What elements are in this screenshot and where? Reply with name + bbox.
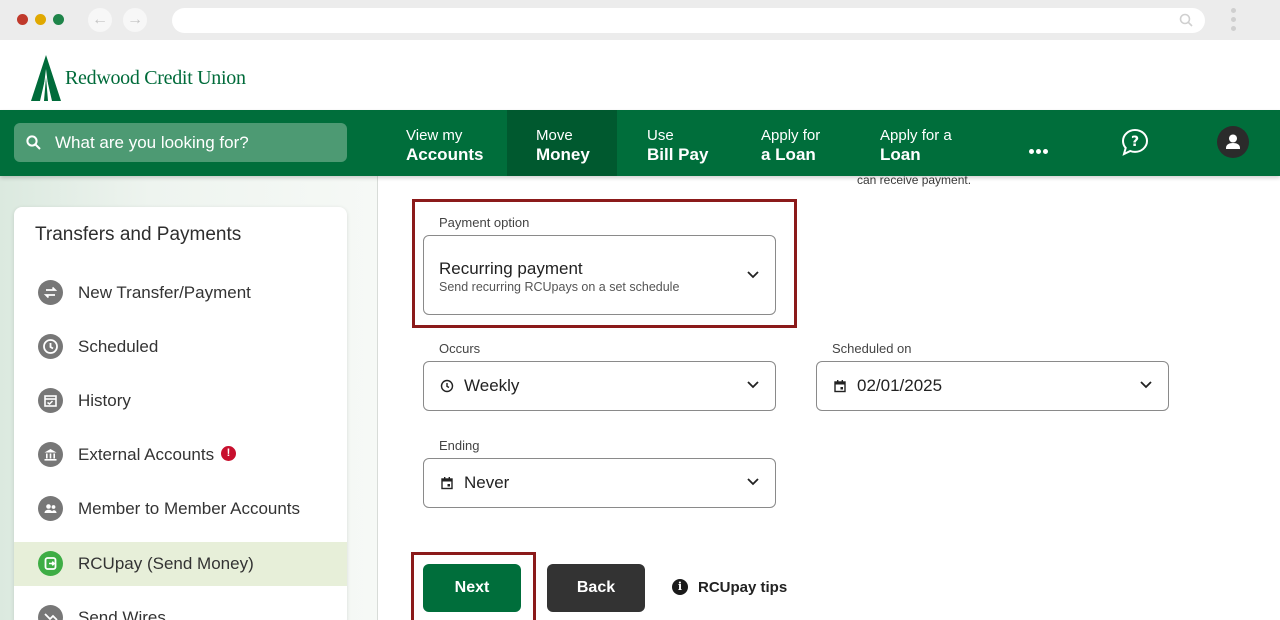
- clock-icon: [38, 334, 63, 359]
- wire-icon: [38, 605, 63, 620]
- sidebar-item-external-accounts[interactable]: External Accounts !: [14, 433, 347, 477]
- nav-line2: Loan: [880, 145, 921, 164]
- nav-line1: Move: [536, 127, 573, 144]
- ending-label: Ending: [439, 438, 480, 453]
- sidebar-item-label: Send Wires: [78, 608, 166, 620]
- occurs-label: Occurs: [439, 341, 481, 356]
- people-icon: [38, 496, 63, 521]
- person-icon: [1226, 134, 1240, 149]
- nav-move-money[interactable]: Move Money: [507, 110, 617, 176]
- chevron-down-icon: [1140, 381, 1152, 389]
- alert-icon: !: [221, 446, 236, 461]
- sidebar-item-label: Member to Member Accounts: [78, 499, 301, 518]
- sidebar-item-label: New Transfer/Payment: [78, 283, 251, 302]
- nav-apply-loan-2[interactable]: Apply for a Loan: [880, 110, 952, 176]
- help-chat-icon[interactable]: ?: [1121, 128, 1149, 156]
- back-button[interactable]: Back: [547, 564, 645, 612]
- scheduled-on-select[interactable]: 02/01/2025: [816, 361, 1169, 411]
- search-icon: [1179, 13, 1193, 27]
- chevron-down-icon: [747, 271, 759, 279]
- more-dots-icon[interactable]: [1029, 141, 1051, 154]
- payment-option-value: Recurring payment: [439, 259, 583, 278]
- payment-option-description: Send recurring RCUpays on a set schedule: [439, 280, 680, 294]
- nav-apply-loan-1[interactable]: Apply for a Loan: [761, 110, 820, 176]
- svg-text:?: ?: [1131, 134, 1139, 150]
- nav-line2: Money: [536, 145, 590, 164]
- sidebar-item-label: Scheduled: [78, 337, 159, 356]
- ending-value: Never: [464, 473, 510, 492]
- scheduled-on-label: Scheduled on: [832, 341, 912, 356]
- sidebar-item-rcupay[interactable]: RCUpay (Send Money): [14, 542, 347, 586]
- nav-line2: a Loan: [761, 145, 816, 164]
- brand-name[interactable]: Redwood Credit Union: [65, 67, 246, 90]
- nav-line2: Accounts: [406, 145, 484, 164]
- chevron-down-icon: [747, 478, 759, 486]
- rcupay-icon: [38, 551, 63, 576]
- sidebar-item-history[interactable]: History: [14, 379, 347, 423]
- nav-view-accounts[interactable]: View my Accounts: [406, 110, 483, 176]
- browser-menu-icon[interactable]: [1231, 8, 1237, 33]
- nav-line2: Bill Pay: [647, 145, 709, 164]
- sidebar-title: Transfers and Payments: [35, 224, 242, 245]
- browser-forward-icon[interactable]: →: [123, 8, 147, 32]
- sidebar-item-scheduled[interactable]: Scheduled: [14, 325, 347, 369]
- payment-option-select[interactable]: Recurring payment Send recurring RCUpays…: [423, 235, 776, 315]
- user-avatar-icon[interactable]: [1217, 126, 1249, 158]
- search-icon: [26, 135, 41, 150]
- window-maximize-dot[interactable]: [53, 14, 64, 25]
- sidebar-item-label: RCUpay (Send Money): [78, 554, 254, 573]
- scheduled-on-value: 02/01/2025: [857, 376, 943, 395]
- nav-bill-pay[interactable]: Use Bill Pay: [647, 110, 708, 176]
- chevron-down-icon: [747, 381, 759, 389]
- transfer-arrows-icon: [38, 280, 63, 305]
- clock-icon: [440, 379, 454, 393]
- sidebar-item-send-wires[interactable]: Send Wires: [14, 596, 347, 620]
- main-navbar: What are you looking for? View my Accoun…: [0, 110, 1280, 176]
- site-header: Redwood Credit Union: [0, 40, 1280, 110]
- ending-select[interactable]: Never: [423, 458, 776, 508]
- nav-line1: Use: [647, 127, 674, 144]
- sidebar-item-label: History: [78, 391, 131, 410]
- payment-option-label: Payment option: [439, 215, 530, 230]
- window-close-dot[interactable]: [17, 14, 28, 25]
- sidebar-item-new-transfer[interactable]: New Transfer/Payment: [14, 271, 347, 315]
- nav-line1: Apply for a: [880, 127, 952, 144]
- calendar-check-icon: [38, 388, 63, 413]
- nav-line1: View my: [406, 127, 463, 144]
- next-button[interactable]: Next: [423, 564, 521, 612]
- info-icon: i: [672, 579, 688, 595]
- occurs-select[interactable]: Weekly: [423, 361, 776, 411]
- browser-back-icon[interactable]: ←: [88, 8, 112, 32]
- bank-icon: [38, 442, 63, 467]
- nav-line1: Apply for: [761, 127, 821, 144]
- site-search-input[interactable]: What are you looking for?: [14, 123, 347, 162]
- window-minimize-dot[interactable]: [35, 14, 46, 25]
- sidebar: Transfers and Payments New Transfer/Paym…: [14, 207, 347, 620]
- occurs-value: Weekly: [464, 376, 520, 395]
- redwood-logo-icon[interactable]: [31, 55, 61, 101]
- rcupay-tips-label: RCUpay tips: [698, 579, 788, 596]
- sidebar-item-label: External Accounts: [78, 445, 215, 464]
- browser-chrome: ← →: [0, 0, 1280, 40]
- search-placeholder: What are you looking for?: [55, 133, 249, 152]
- sidebar-item-member-to-member[interactable]: Member to Member Accounts: [14, 487, 347, 531]
- calendar-icon: [441, 477, 453, 490]
- address-bar[interactable]: [172, 8, 1205, 33]
- calendar-icon: [834, 380, 846, 393]
